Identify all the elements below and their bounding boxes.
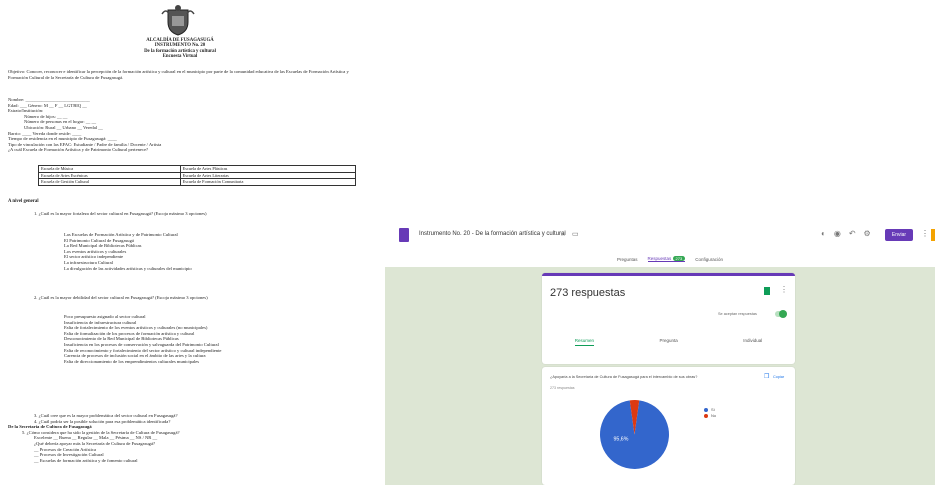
folder-icon[interactable]: ▭ [572,230,579,238]
avatar[interactable] [931,229,935,241]
forms-icon[interactable] [399,228,409,242]
legend-swatch [704,414,708,418]
undo-icon[interactable]: ↶ [849,229,856,238]
responses-summary-card: 273 respuestas ⋮ Se aceptan respuestas R… [542,273,795,364]
accepting-label: Se aceptan respuestas [718,312,757,316]
table-cell: Escuela de Gestión Cultural [38,178,181,186]
question-2: 2. ¿Cuál es la mayor debilidad del secto… [34,295,208,300]
legend-item: No [704,413,716,419]
field-line: ¿A cuál Escuela de Formación Artística y… [8,147,149,153]
more-vert-icon[interactable]: ⋮ [921,229,929,238]
document-objective: Objetivo: Conocer, reconocer e identific… [8,69,349,80]
question-response-count: 273 respuestas [550,386,575,390]
response-count: 273 respuestas [550,287,626,299]
tab-questions[interactable]: Preguntas [617,257,638,262]
option: La divulgación de las actividades artíst… [64,265,192,271]
legend-label: No [711,413,717,418]
question-1: 1. ¿Cuál es la mayor fortaleza del secto… [34,211,207,216]
question-2-options: Poco presupuesto asignado al sector cult… [64,314,364,364]
table-cell: Escuela de Artes Literarias [179,171,357,180]
copy-icon[interactable]: ❐ [764,373,769,380]
table-cell: Escuela de Música [38,165,181,173]
tab-responses[interactable]: Respuestas 273 [647,256,686,262]
more-vert-icon[interactable]: ⋮ [780,285,788,294]
document-footer: 3. ¿Cuál cree que es la mayor problemáti… [8,413,358,463]
header-line: Encuesta Virtual [162,54,198,60]
toolbar-icons: ◐ ◉ ↶ ⚙ [821,229,871,238]
pie-data-label: 95,6% [614,437,629,443]
subtab-question[interactable]: Pregunta [659,338,677,346]
accepting-toggle[interactable] [775,310,787,318]
table-row: Escuela de Artes Escénicas Escuela de Ar… [38,171,357,180]
question-1-options: Las Escuelas de Formación Artística y de… [64,232,364,271]
table-row: Escuela de Música Escuela de Artes Plást… [38,165,357,173]
coat-of-arms-icon [161,5,195,36]
document-fields: Nombre: ____________________________ Eda… [8,97,360,153]
responses-badge: 273 [672,256,686,261]
copy-button[interactable]: Copiar [773,375,784,379]
document-header: ALCALDÍA DE FUSAGASUGÁ INSTRUMENTO No. 2… [85,38,275,60]
chart-legend: Sí No [704,407,716,419]
table-cell: Escuela de Formación Comunitaria [179,178,357,186]
legend-swatch [704,408,708,412]
question-chart-card: ¿Apoyaría a la Secretaría de Cultura de … [542,367,795,485]
forms-topbar: Instrumento No. 20 - De la formación art… [385,215,935,257]
school-table: Escuela de Música Escuela de Artes Plást… [38,165,357,186]
tab-settings[interactable]: Configuración [695,257,723,262]
table-cell: Escuela de Artes Plásticas [179,165,357,173]
table-row: Escuela de Gestión Cultural Escuela de F… [38,178,357,186]
footer-line: __ Escuelas de formación artística y de … [34,457,138,463]
subtab-summary[interactable]: Resumen [574,338,594,346]
subtab-individual[interactable]: Individual [743,338,762,346]
chart-question: ¿Apoyaría a la Secretaría de Cultura de … [550,375,698,379]
star-icon[interactable]: ☆ [560,230,566,238]
send-button[interactable]: Enviar [885,229,913,241]
section-title: A nivel general [8,199,39,204]
settings-icon[interactable]: ⚙ [864,229,871,238]
forms-window: Instrumento No. 20 - De la formación art… [385,215,935,485]
option: Falta de direccionamiento de los emprend… [64,358,200,364]
scanned-questionnaire: ALCALDÍA DE FUSAGASUGÁ INSTRUMENTO No. 2… [0,0,372,485]
table-cell: Escuela de Artes Escénicas [38,171,181,180]
tab-responses-label: Respuestas [647,256,672,261]
palette-icon[interactable]: ◐ [821,229,826,238]
form-title[interactable]: Instrumento No. 20 - De la formación art… [419,231,566,237]
forms-tabs: Preguntas Respuestas 273 Configuración [617,256,723,262]
pie-chart: 95,6% [600,400,669,469]
sheets-icon[interactable] [764,287,770,295]
response-subtabs: Resumen Pregunta Individual [542,338,795,346]
eye-icon[interactable]: ◉ [834,229,841,238]
